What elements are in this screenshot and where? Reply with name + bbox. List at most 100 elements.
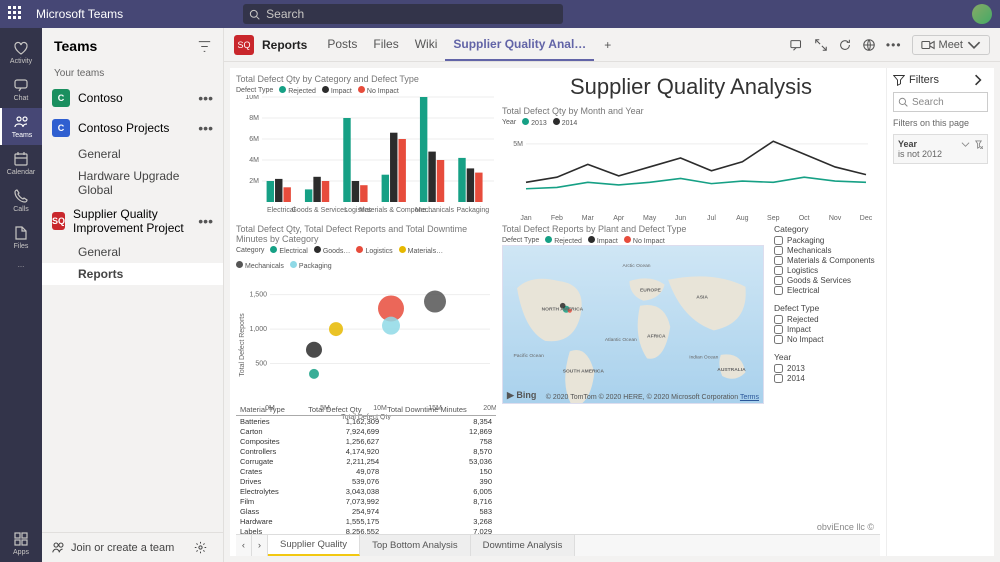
- expand-icon[interactable]: [814, 38, 828, 52]
- filter-option[interactable]: Packaging: [774, 236, 880, 245]
- channel-tab[interactable]: Files: [365, 29, 406, 61]
- filters-search[interactable]: Search: [893, 92, 988, 112]
- svg-text:Mar: Mar: [582, 215, 595, 222]
- channel-item[interactable]: General: [42, 143, 223, 165]
- team-badge: SQ: [234, 35, 254, 55]
- more-icon[interactable]: •••: [886, 38, 902, 52]
- svg-text:Jul: Jul: [707, 215, 716, 222]
- app-launcher-icon[interactable]: [8, 6, 24, 22]
- filter-option[interactable]: 2013: [774, 364, 880, 373]
- meet-button[interactable]: Meet: [912, 35, 990, 55]
- svg-text:Nov: Nov: [829, 215, 842, 222]
- rail-more[interactable]: …: [0, 256, 42, 275]
- add-tab-button[interactable]: +: [596, 30, 619, 60]
- bar-chart-card[interactable]: Total Defect Qty by Category and Defect …: [236, 74, 496, 224]
- svg-text:Total Defect Reports: Total Defect Reports: [239, 313, 246, 377]
- svg-text:Arctic Ocean: Arctic Ocean: [622, 263, 650, 269]
- year-filter-title: Year: [774, 352, 880, 362]
- chevron-down-icon[interactable]: [961, 140, 970, 149]
- sheet-tab[interactable]: Downtime Analysis: [471, 535, 576, 556]
- team-item[interactable]: CContoso Projects•••: [42, 113, 223, 143]
- sidebar-header: Teams: [42, 28, 223, 64]
- category-filter-title: Category: [774, 224, 880, 234]
- category-filter[interactable]: Category PackagingMechanicalsMaterials &…: [774, 224, 880, 295]
- filter-option[interactable]: Electrical: [774, 286, 880, 295]
- year-filter-card[interactable]: Year is not 2012: [893, 134, 988, 164]
- user-avatar[interactable]: [972, 4, 992, 24]
- filters-search-placeholder: Search: [912, 97, 944, 108]
- sheet-next[interactable]: ›: [252, 535, 268, 556]
- filter-option[interactable]: Mechanicals: [774, 246, 880, 255]
- team-item[interactable]: SQSupplier Quality Improvement Project••…: [42, 201, 223, 241]
- clear-filter-icon[interactable]: [974, 140, 983, 149]
- report-title: Supplier Quality Analysis: [502, 74, 880, 100]
- team-more-icon[interactable]: •••: [198, 95, 213, 101]
- filter-icon[interactable]: [198, 40, 211, 53]
- filters-header[interactable]: Filters: [893, 74, 988, 86]
- sheet-prev[interactable]: ‹: [236, 535, 252, 556]
- report-footer-area: obviEnce llc ©: [502, 404, 880, 534]
- material-table-card[interactable]: Material TypeTotal Defect QtyTotal Downt…: [236, 404, 496, 534]
- team-more-icon[interactable]: •••: [198, 125, 213, 131]
- sheet-tab[interactable]: Supplier Quality: [268, 535, 360, 556]
- channel-item[interactable]: Reports: [42, 263, 223, 285]
- obvience-credit: obviEnce llc ©: [817, 522, 874, 532]
- svg-text:500: 500: [255, 361, 267, 368]
- rail-teams[interactable]: Teams: [0, 108, 42, 145]
- channel-tab[interactable]: Posts: [319, 29, 365, 61]
- map-svg: Arctic Ocean NORTH AMERICA Pacific Ocean…: [503, 246, 763, 404]
- popout-icon[interactable]: [862, 38, 876, 52]
- scatter-chart-card[interactable]: Total Defect Qty, Total Defect Reports a…: [236, 224, 496, 404]
- team-item[interactable]: CContoso•••: [42, 83, 223, 113]
- map-card[interactable]: Total Defect Reports by Plant and Defect…: [502, 224, 764, 404]
- channel-item[interactable]: Hardware Upgrade Global: [42, 165, 223, 201]
- team-more-icon[interactable]: •••: [198, 218, 213, 224]
- join-team[interactable]: Join or create a team: [42, 532, 223, 562]
- filter-option[interactable]: Materials & Components: [774, 256, 880, 265]
- app-name: Microsoft Teams: [36, 7, 123, 21]
- svg-text:Indian Ocean: Indian Ocean: [689, 354, 718, 360]
- year-filter[interactable]: Year 20132014: [774, 352, 880, 383]
- scatter-chart-svg: 0M5M10M15M20M5001,0001,500Total Defect Q…: [236, 270, 496, 420]
- camera-icon: [921, 38, 935, 52]
- title-and-line-card: Supplier Quality Analysis Total Defect Q…: [502, 74, 880, 224]
- rail-calls[interactable]: Calls: [0, 182, 42, 219]
- filter-option[interactable]: 2014: [774, 374, 880, 383]
- bar-chart-title: Total Defect Qty by Category and Defect …: [236, 74, 496, 84]
- filter-option[interactable]: Goods & Services: [774, 276, 880, 285]
- rail-activity[interactable]: Activity: [0, 34, 42, 71]
- map-visual[interactable]: Arctic Ocean NORTH AMERICA Pacific Ocean…: [502, 245, 764, 404]
- svg-text:EUROPE: EUROPE: [640, 288, 661, 294]
- rail-calendar[interactable]: Calendar: [0, 145, 42, 182]
- channel-title: Reports: [262, 38, 307, 52]
- chevron-down-icon: [967, 38, 981, 52]
- svg-text:SOUTH AMERICA: SOUTH AMERICA: [563, 368, 605, 374]
- app-rail: ActivityChatTeamsCalendarCallsFiles… Apps: [0, 28, 42, 562]
- refresh-icon[interactable]: [838, 38, 852, 52]
- filter-option[interactable]: Rejected: [774, 315, 880, 324]
- channel-item[interactable]: General: [42, 241, 223, 263]
- sheet-tab[interactable]: Top Bottom Analysis: [360, 535, 471, 556]
- join-team-icon: [52, 541, 65, 554]
- rail-files[interactable]: Files: [0, 219, 42, 256]
- gear-icon[interactable]: [194, 541, 207, 554]
- filters-title: Filters: [909, 74, 939, 86]
- defect-type-filter[interactable]: Defect Type RejectedImpactNo Impact: [774, 303, 880, 344]
- svg-text:AUSTRALIA: AUSTRALIA: [717, 367, 746, 373]
- channel-tab[interactable]: Supplier Quality Anal…: [445, 29, 594, 61]
- map-terms-link[interactable]: Terms: [740, 394, 759, 401]
- filter-option[interactable]: Impact: [774, 325, 880, 334]
- filter-option[interactable]: No Impact: [774, 335, 880, 344]
- svg-text:Feb: Feb: [551, 215, 563, 222]
- svg-text:AFRICA: AFRICA: [647, 333, 666, 339]
- filter-option[interactable]: Logistics: [774, 266, 880, 275]
- rail-chat[interactable]: Chat: [0, 71, 42, 108]
- reply-icon[interactable]: [790, 38, 804, 52]
- map-attribution: © 2020 TomTom © 2020 HERE, © 2020 Micros…: [546, 394, 759, 401]
- legend-panel: Category PackagingMechanicalsMaterials &…: [770, 224, 880, 404]
- svg-text:8M: 8M: [249, 115, 259, 122]
- rail-apps[interactable]: Apps: [0, 525, 42, 562]
- global-search[interactable]: Search: [243, 4, 563, 24]
- line-chart-svg[interactable]: 5MJanFebMarAprMayJunJulAugSepOctNovDec: [502, 127, 872, 222]
- channel-tab[interactable]: Wiki: [407, 29, 446, 61]
